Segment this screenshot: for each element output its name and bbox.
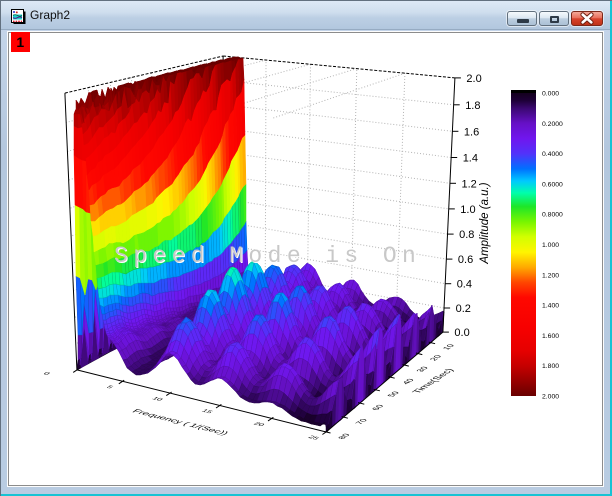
svg-text:1.8: 1.8 (465, 100, 480, 112)
svg-text:0.2000: 0.2000 (542, 121, 563, 128)
svg-text:15: 15 (200, 408, 214, 414)
svg-text:1.200: 1.200 (542, 272, 559, 279)
svg-text:70: 70 (353, 418, 370, 425)
svg-text:0.6000: 0.6000 (542, 181, 563, 188)
svg-text:20: 20 (428, 354, 445, 361)
svg-text:Amplitude (a.u.): Amplitude (a.u.) (479, 182, 491, 264)
svg-text:2.0: 2.0 (466, 73, 481, 85)
svg-text:0.8000: 0.8000 (542, 212, 563, 219)
svg-text:1.0: 1.0 (460, 204, 475, 216)
svg-text:Frequency ( 1/(Sec)): Frequency ( 1/(Sec)) (130, 408, 230, 436)
svg-text:0.6: 0.6 (458, 254, 473, 266)
svg-text:10: 10 (150, 396, 164, 402)
svg-text:10: 10 (441, 343, 458, 350)
svg-text:60: 60 (370, 404, 387, 411)
svg-text:0.4: 0.4 (457, 279, 472, 291)
svg-text:0.8: 0.8 (459, 229, 474, 241)
svg-text:0: 0 (42, 371, 52, 376)
svg-text:50: 50 (385, 390, 402, 397)
svg-text:0.2: 0.2 (456, 303, 471, 315)
svg-text:1.6: 1.6 (464, 126, 479, 138)
svg-text:40: 40 (400, 378, 417, 385)
svg-text:1.600: 1.600 (542, 333, 559, 340)
svg-text:25: 25 (306, 435, 320, 441)
svg-text:1.4: 1.4 (463, 153, 478, 165)
svg-text:0.000: 0.000 (542, 91, 559, 98)
svg-text:1.800: 1.800 (542, 363, 559, 370)
svg-text:2.000: 2.000 (542, 394, 559, 401)
svg-text:30: 30 (414, 366, 431, 373)
svg-text:1.000: 1.000 (542, 242, 559, 249)
svg-text:0.0: 0.0 (454, 327, 469, 339)
svg-text:20: 20 (252, 421, 266, 427)
svg-text:1.400: 1.400 (542, 303, 559, 310)
svg-text:5: 5 (105, 385, 115, 390)
svg-text:Speed Mode is On: Speed Mode is On (114, 243, 421, 269)
svg-text:0.4000: 0.4000 (542, 151, 563, 158)
svg-text:1.2: 1.2 (462, 178, 477, 190)
svg-text:80: 80 (336, 433, 353, 440)
